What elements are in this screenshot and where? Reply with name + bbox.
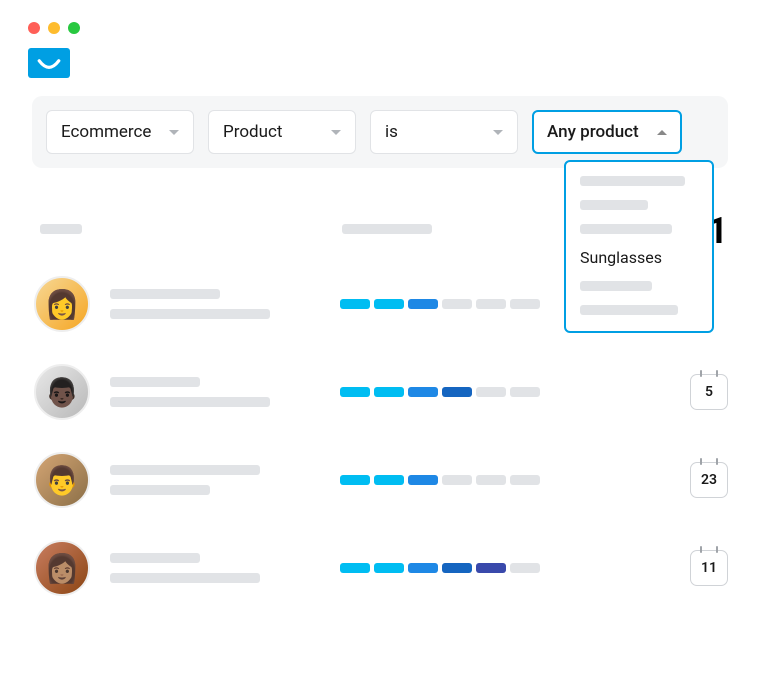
- name-placeholder: [110, 553, 200, 563]
- filter-value-options-panel: Sunglasses: [564, 160, 714, 333]
- chevron-up-icon: [657, 130, 667, 135]
- chevron-down-icon: [169, 130, 179, 135]
- option-placeholder[interactable]: [580, 176, 685, 186]
- column-header-placeholder: [40, 224, 82, 234]
- row-text: [110, 465, 340, 495]
- activity-bars: [340, 475, 540, 485]
- option-placeholder[interactable]: [580, 305, 678, 315]
- bar-segment: [408, 563, 438, 573]
- bar-segment: [442, 299, 472, 309]
- date-value: 23: [701, 472, 717, 488]
- filter-operator-label: is: [385, 122, 398, 142]
- activity-bars: [340, 387, 540, 397]
- name-placeholder: [110, 465, 260, 475]
- row-text: [110, 553, 340, 583]
- filter-operator-dropdown[interactable]: is: [370, 110, 518, 154]
- list-row[interactable]: 👩🏽 11: [34, 524, 728, 612]
- list-row[interactable]: 👨🏿 5: [34, 348, 728, 436]
- bar-segment: [476, 563, 506, 573]
- column-header-placeholder: [342, 224, 432, 234]
- smile-icon: [36, 50, 62, 76]
- detail-placeholder: [110, 309, 270, 319]
- bar-segment: [408, 299, 438, 309]
- bar-segment: [510, 475, 540, 485]
- bar-segment: [442, 563, 472, 573]
- option-placeholder[interactable]: [580, 224, 672, 234]
- avatar: 👩🏽: [34, 540, 90, 596]
- detail-placeholder: [110, 485, 210, 495]
- bar-segment: [476, 299, 506, 309]
- bar-segment: [476, 475, 506, 485]
- detail-placeholder: [110, 573, 260, 583]
- bar-segment: [374, 563, 404, 573]
- filter-value-label: Any product: [547, 122, 639, 142]
- calendar-badge: 23: [690, 462, 728, 498]
- option-placeholder[interactable]: [580, 200, 648, 210]
- bar-segment: [408, 387, 438, 397]
- activity-bars: [340, 563, 540, 573]
- chevron-down-icon: [331, 130, 341, 135]
- bar-segment: [374, 387, 404, 397]
- row-text: [110, 289, 340, 319]
- bar-segment: [442, 475, 472, 485]
- filter-category-label: Ecommerce: [61, 122, 151, 142]
- detail-placeholder: [110, 397, 270, 407]
- window-maximize-dot[interactable]: [68, 22, 80, 34]
- chevron-down-icon: [493, 130, 503, 135]
- bar-segment: [340, 387, 370, 397]
- avatar: 👨🏿: [34, 364, 90, 420]
- calendar-badge: 5: [690, 374, 728, 410]
- name-placeholder: [110, 289, 220, 299]
- row-text: [110, 377, 340, 407]
- bar-segment: [340, 299, 370, 309]
- bar-segment: [510, 299, 540, 309]
- date-value: 11: [701, 560, 717, 576]
- name-placeholder: [110, 377, 200, 387]
- option-sunglasses[interactable]: Sunglasses: [580, 248, 698, 267]
- app-logo: [28, 48, 70, 78]
- avatar: 👨: [34, 452, 90, 508]
- option-placeholder[interactable]: [580, 281, 652, 291]
- filter-bar: Ecommerce Product is Any product Sunglas…: [32, 96, 728, 168]
- bar-segment: [408, 475, 438, 485]
- window-controls: [0, 0, 760, 34]
- filter-entity-dropdown[interactable]: Product: [208, 110, 356, 154]
- bar-segment: [476, 387, 506, 397]
- window-close-dot[interactable]: [28, 22, 40, 34]
- filter-value-dropdown[interactable]: Any product: [532, 110, 682, 154]
- avatar: 👩: [34, 276, 90, 332]
- bar-segment: [374, 299, 404, 309]
- bar-segment: [374, 475, 404, 485]
- bar-segment: [510, 387, 540, 397]
- bar-segment: [510, 563, 540, 573]
- calendar-badge: 11: [690, 550, 728, 586]
- list-row[interactable]: 👨 23: [34, 436, 728, 524]
- activity-bars: [340, 299, 540, 309]
- bar-segment: [442, 387, 472, 397]
- filter-entity-label: Product: [223, 122, 282, 142]
- bar-segment: [340, 563, 370, 573]
- date-value: 5: [705, 384, 713, 400]
- filter-category-dropdown[interactable]: Ecommerce: [46, 110, 194, 154]
- window-minimize-dot[interactable]: [48, 22, 60, 34]
- bar-segment: [340, 475, 370, 485]
